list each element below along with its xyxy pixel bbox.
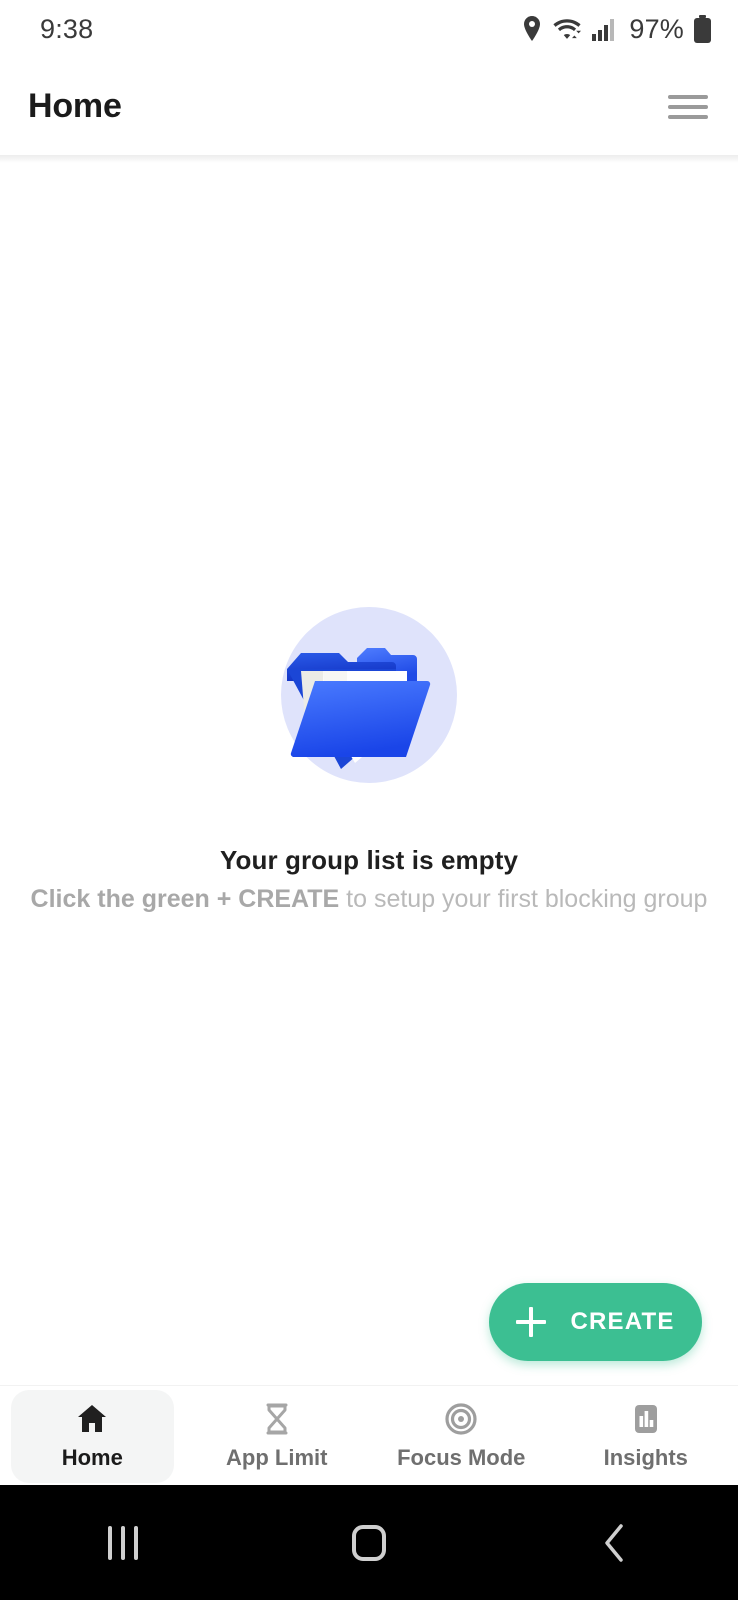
nav-label-focus-mode: Focus Mode xyxy=(397,1445,526,1470)
battery-percent: 97% xyxy=(629,13,684,44)
battery-icon xyxy=(694,14,711,43)
wifi-icon xyxy=(553,19,582,39)
system-home-icon[interactable] xyxy=(309,1508,429,1578)
nav-label-home: Home xyxy=(61,1445,123,1470)
target-icon xyxy=(442,1400,480,1438)
hamburger-menu-icon[interactable] xyxy=(668,92,708,122)
empty-state: Your group list is empty Click the green… xyxy=(0,603,738,914)
status-icons: 97% xyxy=(521,14,712,45)
create-button-label: CREATE xyxy=(570,1308,675,1335)
location-pin-icon xyxy=(524,16,541,41)
empty-state-title: Your group list is empty xyxy=(219,845,519,875)
bar-chart-icon xyxy=(627,1400,665,1438)
empty-state-subtitle: Click the green + CREATE to setup your f… xyxy=(31,885,708,914)
empty-state-subtitle-light: to setup your first blocking group xyxy=(339,885,708,913)
cellular-signal-icon xyxy=(592,19,615,41)
bottom-navigation: Home App Limit Focus Mode Insights xyxy=(0,1385,738,1485)
app-bar-divider xyxy=(0,155,738,163)
open-folder-illustration xyxy=(279,603,459,783)
status-bar: 9:38 97% xyxy=(0,0,738,58)
nav-item-focus-mode[interactable]: Focus Mode xyxy=(369,1386,554,1485)
nav-item-insights[interactable]: Insights xyxy=(554,1386,738,1485)
empty-state-subtitle-strong: Click the green + CREATE xyxy=(30,885,340,913)
back-icon[interactable] xyxy=(555,1508,675,1578)
nav-item-app-limit[interactable]: App Limit xyxy=(185,1386,370,1485)
recents-icon[interactable] xyxy=(63,1508,183,1578)
phone-screen: 9:38 97% Home Your group list is empty C… xyxy=(0,0,738,1600)
plus-icon xyxy=(516,1307,547,1337)
create-button[interactable]: CREATE xyxy=(489,1283,702,1361)
system-navigation-bar xyxy=(0,1485,738,1600)
app-bar: Home xyxy=(0,58,738,155)
nav-item-home[interactable]: Home xyxy=(0,1386,185,1485)
hourglass-icon xyxy=(258,1400,296,1438)
home-icon xyxy=(73,1400,111,1438)
nav-label-insights: Insights xyxy=(603,1445,688,1470)
page-title: Home xyxy=(28,87,122,125)
status-time: 9:38 xyxy=(40,13,94,44)
nav-label-app-limit: App Limit xyxy=(226,1445,328,1470)
main-content: Your group list is empty Click the green… xyxy=(0,163,738,1385)
